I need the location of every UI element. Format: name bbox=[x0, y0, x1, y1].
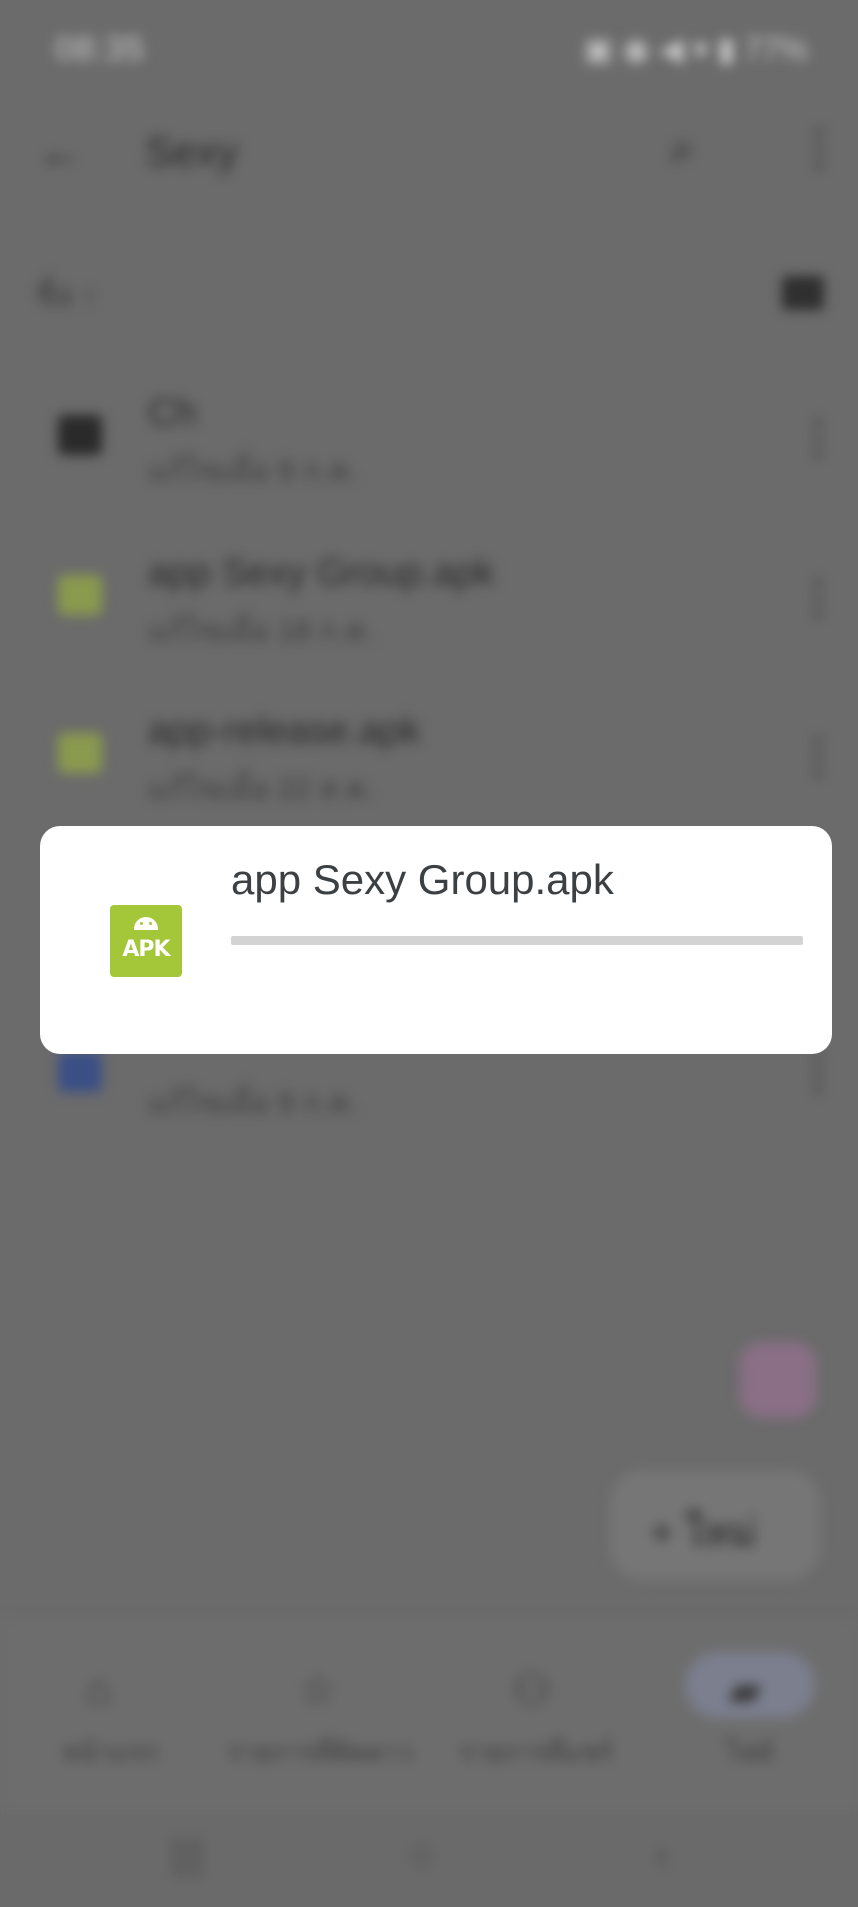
more-vert-icon[interactable]: ⋮ bbox=[795, 120, 843, 176]
home-circle-icon[interactable]: ○ bbox=[408, 1830, 435, 1880]
nav-label-starred[interactable]: รายการที่ติดดาว bbox=[210, 1732, 430, 1773]
nav-label-files[interactable]: ไฟล์ bbox=[640, 1732, 858, 1773]
folder-title: Sexy bbox=[145, 128, 239, 175]
more-vert-icon[interactable]: ⋮ bbox=[795, 728, 841, 782]
doc-file-icon bbox=[58, 1052, 102, 1092]
apk-icon-label: APK bbox=[122, 937, 170, 962]
list-item[interactable]: Ch แก้ไขเมื่อ 9 ก.ค. ⋮ bbox=[0, 360, 858, 510]
status-indicators: ▣ ◉ ◀ ▾ ▮ 77% bbox=[583, 31, 808, 67]
back-chevron-icon[interactable]: ‹ bbox=[655, 1830, 670, 1880]
search-icon[interactable]: ⌕ bbox=[670, 124, 695, 174]
more-vert-icon[interactable]: ⋮ bbox=[795, 410, 841, 464]
download-progress-dialog: APK app Sexy Group.apk bbox=[40, 826, 832, 1054]
status-bar: 08:35 ▣ ◉ ◀ ▾ ▮ 77% bbox=[0, 0, 858, 95]
apk-icon: APK bbox=[110, 905, 182, 977]
star-icon[interactable]: ☆ bbox=[298, 1665, 337, 1716]
people-icon[interactable]: ⚇ bbox=[512, 1665, 551, 1716]
upload-fab[interactable] bbox=[740, 1342, 816, 1418]
sort-toggle[interactable]: ชื่อ ↑ bbox=[35, 272, 97, 319]
file-meta: แก้ไขเมื่อ 9 ก.ค. bbox=[148, 455, 358, 488]
dialog-filename: app Sexy Group.apk bbox=[231, 856, 614, 903]
apk-file-icon bbox=[58, 733, 102, 773]
folder-icon bbox=[58, 415, 102, 455]
recents-icon[interactable]: ||| bbox=[170, 1830, 204, 1880]
new-button-label: + ใหม่ bbox=[650, 1511, 757, 1555]
list-item[interactable]: app Sexy Group.apk แก้ไขเมื่อ 18 ก.ค. ⋮ bbox=[0, 520, 858, 670]
folder-icon[interactable]: ▰ bbox=[728, 1665, 762, 1716]
back-arrow-icon[interactable]: ← bbox=[38, 128, 82, 178]
file-name: app-release.apk bbox=[148, 710, 421, 752]
status-time: 08:35 bbox=[55, 30, 146, 68]
more-vert-icon[interactable]: ⋮ bbox=[795, 570, 841, 624]
progress-bar bbox=[231, 936, 803, 945]
file-meta: แก้ไขเมื่อ 18 ก.ค. bbox=[148, 615, 375, 648]
android-robot-icon bbox=[134, 917, 158, 930]
nav-label-home[interactable]: หน้าแรก bbox=[0, 1732, 220, 1773]
grid-view-icon[interactable] bbox=[782, 276, 824, 310]
nav-label-shared[interactable]: รายการที่แชร์ bbox=[426, 1732, 646, 1773]
file-name: app Sexy Group.apk bbox=[148, 552, 495, 594]
file-name: Ch bbox=[148, 392, 197, 434]
file-meta: แก้ไขเมื่อ 22 ส.ค. bbox=[148, 773, 375, 806]
file-meta: แก้ไขเมื่อ 9 ก.ค. bbox=[148, 1087, 358, 1120]
home-icon[interactable]: ⌂ bbox=[85, 1665, 112, 1715]
apk-file-icon bbox=[58, 575, 102, 615]
list-item[interactable]: app-release.apk แก้ไขเมื่อ 22 ส.ค. ⋮ bbox=[0, 678, 858, 828]
